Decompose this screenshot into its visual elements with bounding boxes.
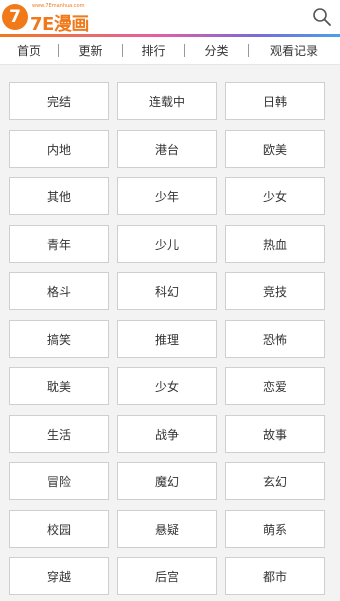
category-tile[interactable]: 完结 (9, 82, 109, 120)
category-tile[interactable]: 校园 (9, 510, 109, 548)
category-tile[interactable]: 青年 (9, 225, 109, 263)
category-tile[interactable]: 少年 (117, 177, 217, 215)
category-tile[interactable]: 推理 (117, 320, 217, 358)
search-icon[interactable] (312, 7, 332, 27)
category-tile[interactable]: 萌系 (225, 510, 325, 548)
category-tile[interactable]: 连载中 (117, 82, 217, 120)
category-tile[interactable]: 少儿 (117, 225, 217, 263)
category-tile[interactable]: 恐怖 (225, 320, 325, 358)
category-tile[interactable]: 格斗 (9, 272, 109, 310)
category-tile[interactable]: 故事 (225, 415, 325, 453)
category-tile[interactable]: 港台 (117, 130, 217, 168)
site-logo[interactable]: 7 www.7Emanhua.com 7E漫画 (2, 3, 89, 35)
category-tile[interactable]: 魔幻 (117, 462, 217, 500)
category-tile[interactable]: 内地 (9, 130, 109, 168)
category-tile[interactable]: 耽美 (9, 367, 109, 405)
category-tile[interactable]: 热血 (225, 225, 325, 263)
category-tile[interactable]: 恋爱 (225, 367, 325, 405)
category-tile[interactable]: 欧美 (225, 130, 325, 168)
category-tile[interactable]: 少女 (117, 367, 217, 405)
category-tile[interactable]: 穿越 (9, 557, 109, 595)
category-tile[interactable]: 后宫 (117, 557, 217, 595)
logo-name: 7E漫画 (30, 14, 89, 35)
category-tile[interactable]: 少女 (225, 177, 325, 215)
category-tile[interactable]: 悬疑 (117, 510, 217, 548)
category-tile[interactable]: 科幻 (117, 272, 217, 310)
category-tile[interactable]: 竞技 (225, 272, 325, 310)
nav-item-ranking[interactable]: 排行 (123, 42, 184, 59)
category-tile[interactable]: 搞笑 (9, 320, 109, 358)
top-header: 7 www.7Emanhua.com 7E漫画 (0, 0, 340, 35)
nav-item-categories[interactable]: 分类 (185, 42, 248, 59)
category-tile[interactable]: 其他 (9, 177, 109, 215)
nav-item-home[interactable]: 首页 (0, 42, 58, 59)
nav-item-updates[interactable]: 更新 (59, 42, 122, 59)
logo-url: www.7Emanhua.com (32, 3, 85, 9)
logo-mark: 7 (2, 4, 28, 30)
category-tile[interactable]: 日韩 (225, 82, 325, 120)
category-tile[interactable]: 玄幻 (225, 462, 325, 500)
nav-item-history[interactable]: 观看记录 (249, 42, 339, 59)
main-nav: 首页 更新 排行 分类 观看记录 (0, 37, 340, 65)
category-tile[interactable]: 生活 (9, 415, 109, 453)
category-tile[interactable]: 战争 (117, 415, 217, 453)
category-tile[interactable]: 都市 (225, 557, 325, 595)
category-tile[interactable]: 冒险 (9, 462, 109, 500)
